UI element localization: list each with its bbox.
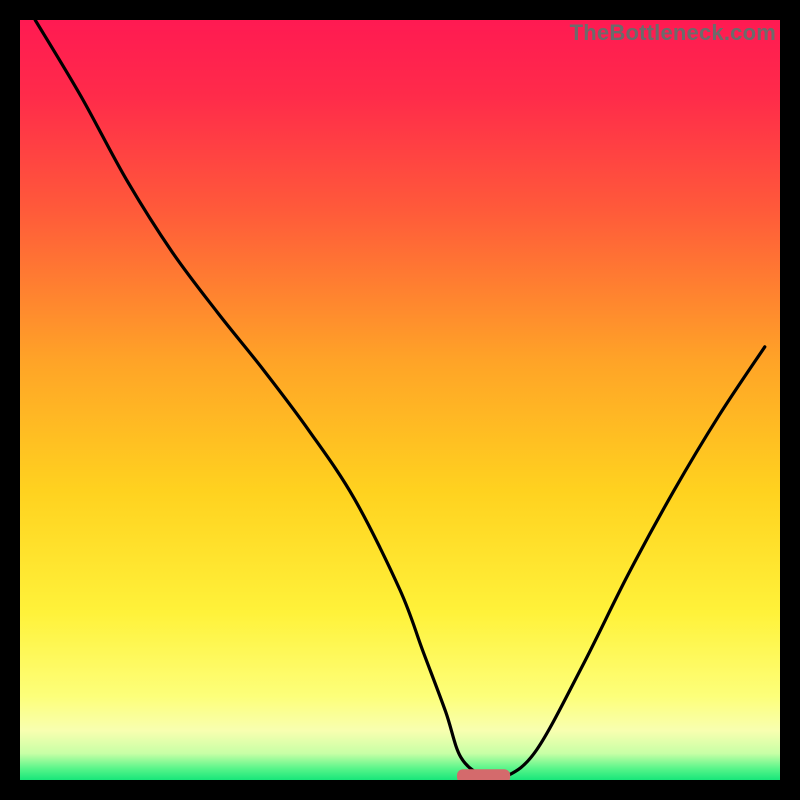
bottleneck-chart [20, 20, 780, 780]
optimal-range-marker [457, 769, 510, 780]
gradient-background [20, 20, 780, 780]
watermark-text: TheBottleneck.com [570, 20, 776, 46]
chart-frame: TheBottleneck.com [20, 20, 780, 780]
